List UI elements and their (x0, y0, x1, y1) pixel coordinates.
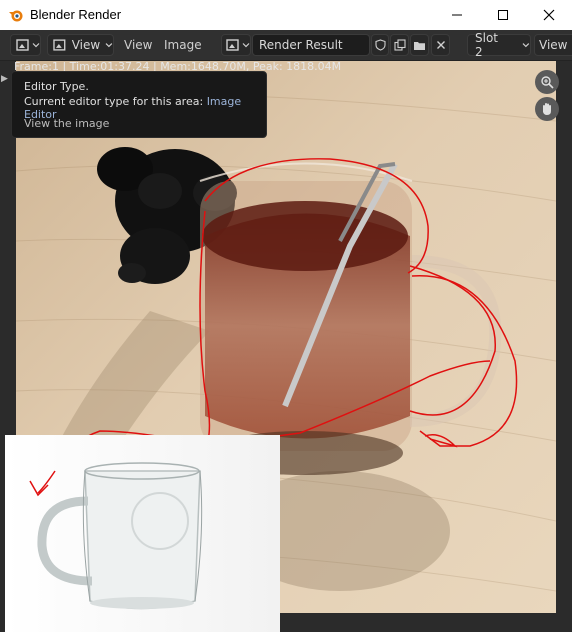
pan-button[interactable] (535, 97, 559, 121)
image-browse-icon (226, 39, 239, 51)
render-canvas (5, 61, 557, 632)
menu-view[interactable]: View (124, 38, 152, 52)
editor-type-tooltip: Editor Type. Current editor type for thi… (11, 71, 267, 138)
zoom-button[interactable] (535, 70, 559, 94)
slot-dropdown[interactable]: Slot 2 (467, 31, 531, 59)
image-viewport[interactable]: ▶ Frame:1 | Time:01:37.24 | Mem:1648.70M… (0, 61, 572, 632)
editor-type-button[interactable] (10, 34, 41, 56)
view-layer-dropdown[interactable]: View L (534, 34, 572, 56)
chevron-down-icon (242, 43, 250, 48)
zoom-icon (541, 76, 554, 89)
fake-user-button[interactable] (371, 34, 389, 56)
shield-icon (374, 39, 386, 51)
window-titlebar: Blender Render (0, 0, 572, 30)
folder-icon (414, 41, 425, 50)
maximize-button[interactable] (480, 0, 526, 30)
window-title: Blender Render (30, 7, 122, 22)
x-icon (436, 41, 445, 49)
maximize-icon (498, 10, 508, 20)
image-name-value: Render Result (259, 38, 343, 52)
hand-icon (543, 103, 551, 115)
chevron-down-icon (32, 43, 40, 48)
duplicate-icon (393, 39, 406, 51)
image-editor-header: View View Image Render Result Slot 2 Vie… (0, 30, 572, 61)
slot-value: Slot 2 (475, 31, 498, 59)
reference-photo-inset (5, 435, 280, 632)
image-editor-icon (16, 39, 29, 51)
tooltip-python: View the image (24, 117, 110, 130)
view-mode-label: View (71, 38, 101, 52)
toolbar-expand-icon[interactable]: ▶ (1, 74, 8, 84)
view-layer-value: View L (539, 38, 572, 52)
blender-logo-icon (9, 10, 23, 22)
unlink-image-button[interactable] (431, 34, 450, 56)
browse-image-button[interactable] (221, 34, 251, 56)
open-image-button[interactable] (410, 34, 429, 56)
tooltip-description-prefix: Current editor type for this area: (24, 95, 204, 108)
view-mode-icon (53, 39, 66, 51)
close-icon (543, 9, 555, 21)
chevron-down-icon (522, 43, 530, 48)
chevron-down-icon (105, 43, 113, 48)
minimize-button[interactable] (434, 0, 480, 30)
close-button[interactable] (526, 0, 572, 30)
minimize-icon (452, 14, 462, 16)
view-mode-dropdown[interactable]: View (47, 34, 114, 56)
menu-image[interactable]: Image (164, 38, 202, 52)
image-name-field[interactable]: Render Result (252, 34, 370, 56)
new-image-button[interactable] (390, 34, 409, 56)
tooltip-title: Editor Type. (24, 80, 89, 93)
